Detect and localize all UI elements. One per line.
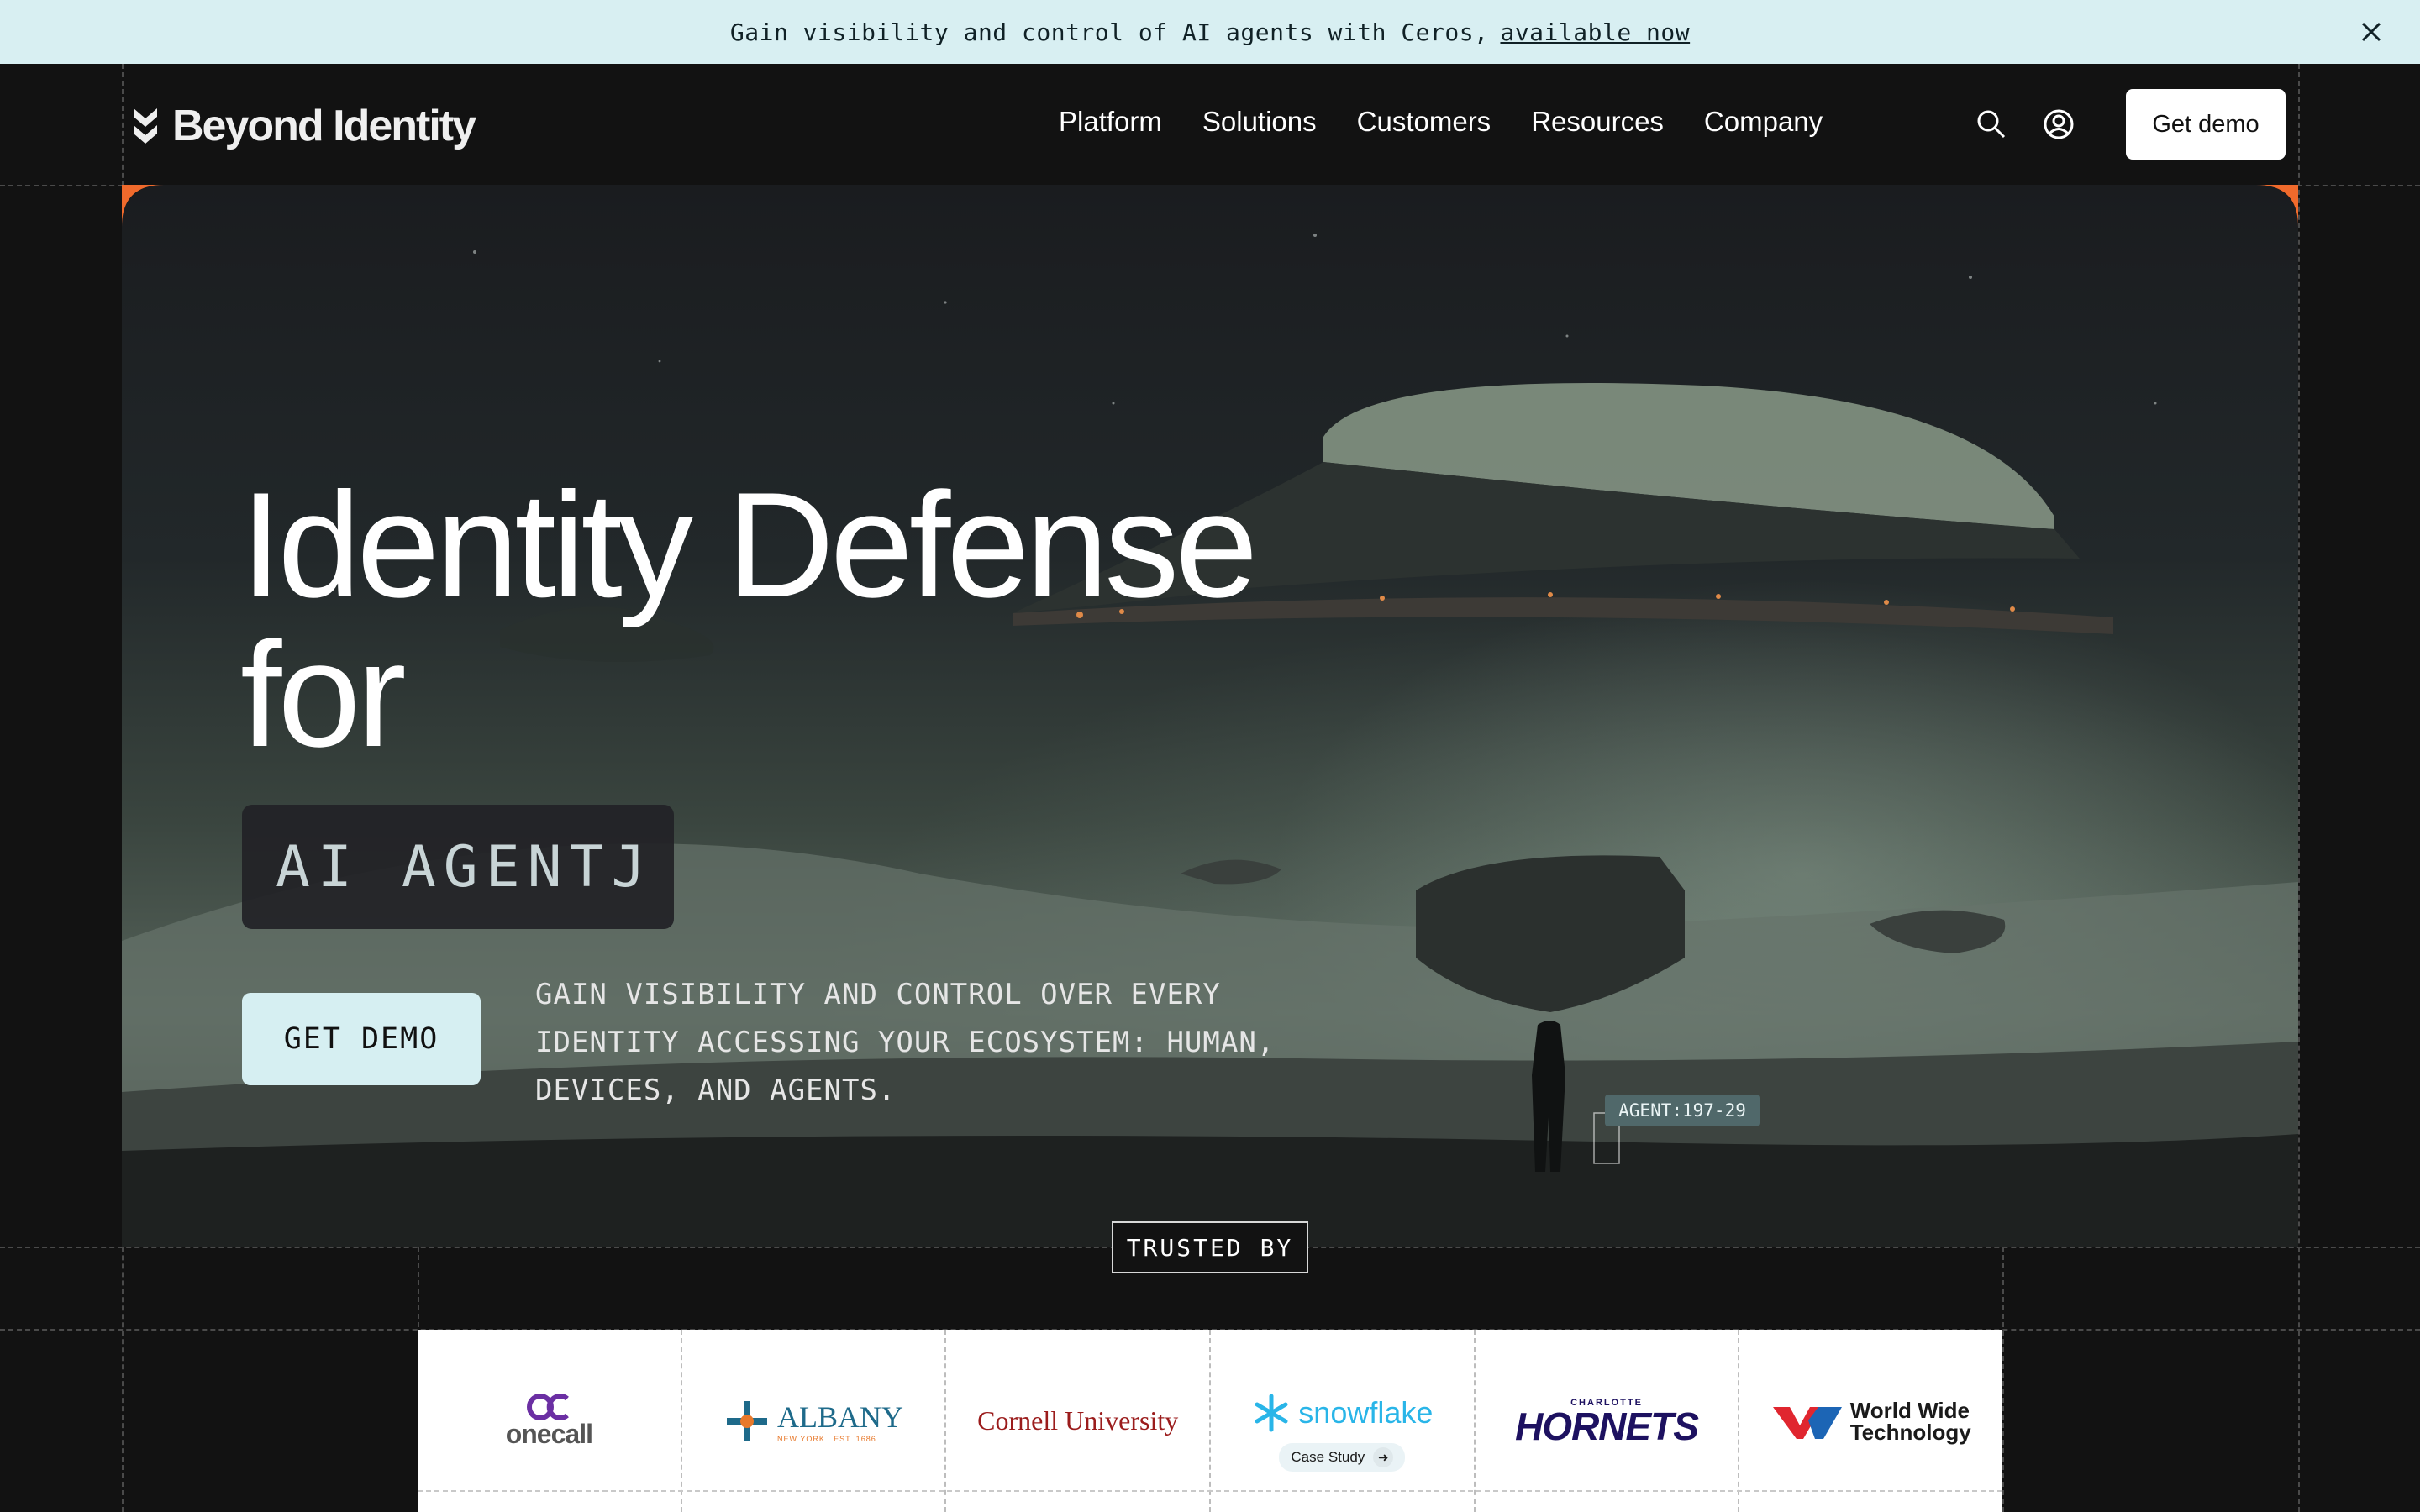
site-header: Beyond Identity Platform Solutions Custo… (122, 64, 2298, 185)
close-icon[interactable] (2356, 17, 2386, 47)
albany-lockup: ALBANY NEW YORK | EST. 1686 (723, 1398, 903, 1445)
hero-subtext: GAIN VISIBILITY AND CONTROL OVER EVERY I… (535, 978, 1276, 1107)
main-nav: Platform Solutions Customers Resources C… (1059, 106, 1863, 138)
headline-line-2: for (240, 611, 407, 778)
albany-text-group: ALBANY NEW YORK | EST. 1686 (777, 1399, 903, 1443)
hero-get-demo-button[interactable]: GET DEMO (242, 993, 481, 1085)
announcement-link[interactable]: available now (1500, 18, 1690, 46)
wwt-text-line1: World Wide (1849, 1397, 1970, 1423)
cornell-text: Cornell University (977, 1405, 1179, 1436)
account-icon[interactable] (2042, 108, 2075, 141)
typing-rotator: AI AGENTJ (242, 805, 674, 929)
logo-wwt[interactable]: World Wide Technology (1739, 1330, 2002, 1512)
hero-headline: Identity Defense for (240, 461, 1258, 778)
snowflake-lockup: snowflake (1251, 1393, 1433, 1433)
search-icon[interactable] (1975, 108, 2008, 141)
wwt-lockup: World Wide Technology (1771, 1399, 1971, 1443)
headline-line-1: Identity Defense (240, 461, 1258, 628)
customer-logos: onecall ALBANY NEW YORK | EST. 1686 Corn… (418, 1330, 2002, 1512)
nav-platform[interactable]: Platform (1059, 106, 1162, 138)
logo-onecall[interactable]: onecall (418, 1330, 682, 1512)
snowflake-icon (1255, 1394, 1288, 1431)
announcement-text: Gain visibility and control of AI agents… (729, 18, 1489, 46)
nav-company[interactable]: Company (1704, 106, 1823, 138)
nav-resources[interactable]: Resources (1531, 106, 1664, 138)
announcement-bar: Gain visibility and control of AI agents… (0, 0, 2420, 64)
get-demo-button[interactable]: Get demo (2126, 89, 2286, 160)
arrow-right-icon: ➜ (1373, 1446, 1394, 1467)
logos-divider (418, 1490, 2002, 1492)
case-study-label: Case Study (1291, 1448, 1365, 1465)
trusted-by-label: TRUSTED BY (1112, 1221, 1308, 1273)
logo-mark-icon (134, 108, 157, 144)
brand-name: Beyond Identity (172, 102, 476, 150)
logo-cornell[interactable]: Cornell University (946, 1330, 1212, 1512)
albany-subtext: NEW YORK | EST. 1686 (777, 1434, 876, 1443)
corner-accent-right (2256, 185, 2298, 227)
albany-cross-icon (727, 1400, 767, 1441)
albany-text: ALBANY (777, 1399, 903, 1434)
onecall-mark-icon (527, 1394, 570, 1420)
hero-section: Identity Defense for AI AGENTJ GET DEMO … (122, 185, 2298, 1247)
logo-hornets[interactable]: CHARLOTTE HORNETS (1476, 1330, 1740, 1512)
nav-solutions[interactable]: Solutions (1202, 106, 1317, 138)
corner-accent-left (122, 185, 164, 227)
case-study-button[interactable]: Case Study ➜ (1279, 1442, 1406, 1472)
nav-customers[interactable]: Customers (1357, 106, 1491, 138)
onecall-text: onecall (505, 1419, 593, 1449)
guide-line (2002, 1247, 2004, 1512)
agent-tag: AGENT:197-29 (1605, 1095, 1760, 1126)
logo-snowflake[interactable]: snowflake Case Study ➜ (1211, 1330, 1476, 1512)
guide-line (2298, 64, 2300, 1512)
wwt-text-group: World Wide Technology (1850, 1399, 1971, 1443)
hornets-text: HORNETS (1515, 1404, 1699, 1448)
snowflake-text: snowflake (1298, 1394, 1434, 1430)
wwt-text-line2: Technology (1849, 1419, 1971, 1445)
brand-logo[interactable]: Beyond Identity (132, 101, 476, 151)
logo-albany[interactable]: ALBANY NEW YORK | EST. 1686 (682, 1330, 947, 1512)
wwt-mark-icon (1772, 1406, 1842, 1439)
